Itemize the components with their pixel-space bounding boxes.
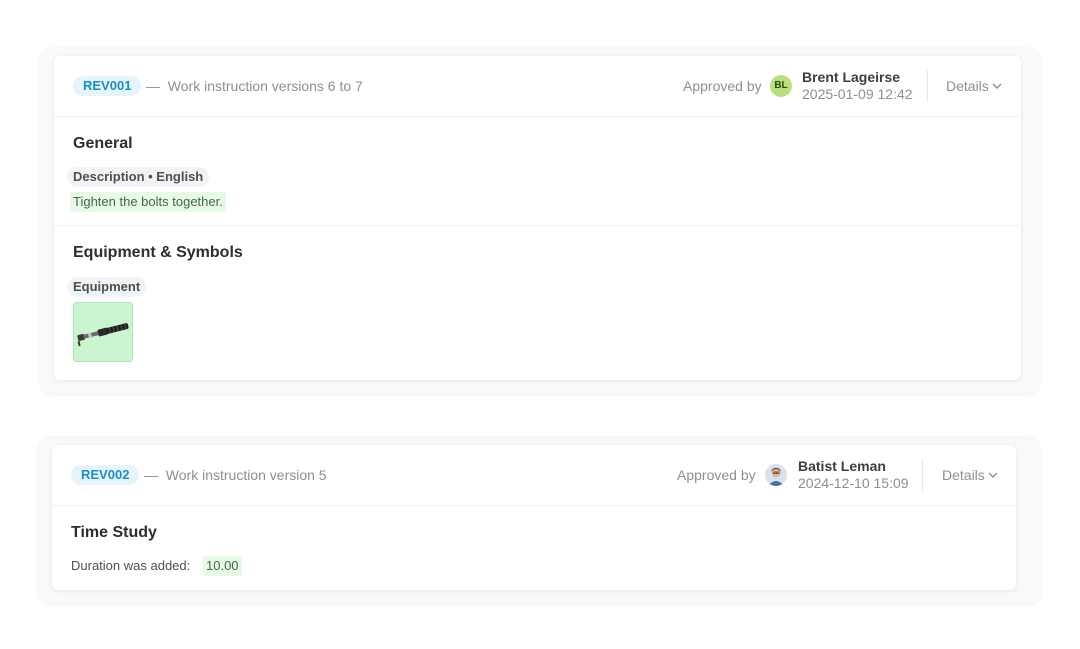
separator-dash: — <box>146 78 160 94</box>
revision-description: — Work instruction version 5 <box>144 467 327 483</box>
equipment-thumbnail[interactable] <box>73 302 133 362</box>
header-divider <box>927 70 928 102</box>
approval-timestamp: 2024-12-10 15:09 <box>798 475 909 491</box>
added-value: Tighten the bolts together. <box>70 192 226 212</box>
revision-header: REV001 — Work instruction versions 6 to … <box>54 56 1021 117</box>
revision-description: — Work instruction versions 6 to 7 <box>146 78 363 94</box>
chevron-down-icon <box>988 472 998 478</box>
approver-name: Brent Lageirse <box>802 69 901 85</box>
chevron-down-icon <box>992 83 1002 89</box>
approval-timestamp: 2025-01-09 12:42 <box>802 86 913 102</box>
revision-card-rev002: REV002 — Work instruction version 5 Appr… <box>52 445 1016 590</box>
section-title: Equipment & Symbols <box>73 244 243 261</box>
user-photo-icon <box>765 464 787 486</box>
section-general: General Description • English Tighten th… <box>54 117 1021 226</box>
revision-header: REV002 — Work instruction version 5 Appr… <box>52 445 1016 506</box>
revision-card-rev001: REV001 — Work instruction versions 6 to … <box>54 56 1021 380</box>
details-label: Details <box>942 467 985 483</box>
added-value: 10.00 <box>203 556 242 576</box>
avatar: BL <box>770 75 792 97</box>
revision-description-text: Work instruction version 5 <box>165 467 327 483</box>
section-title: General <box>73 135 133 152</box>
section-time-study: Time Study Duration was added: 10.00 <box>52 506 1016 590</box>
approved-by-label: Approved by <box>677 467 756 483</box>
approver-name: Batist Leman <box>798 458 886 474</box>
details-label: Details <box>946 78 989 94</box>
avatar <box>765 464 787 486</box>
field-chip: Description • English <box>67 167 210 187</box>
section-title: Time Study <box>71 524 157 541</box>
details-button[interactable]: Details <box>942 467 998 483</box>
change-description: Duration was added: <box>71 558 191 573</box>
revision-description-text: Work instruction versions 6 to 7 <box>167 78 363 94</box>
revision-id-badge[interactable]: REV001 <box>73 76 142 96</box>
revision-id-badge[interactable]: REV002 <box>71 465 140 485</box>
section-equipment: Equipment & Symbols Equipment <box>54 226 1021 380</box>
approved-by-label: Approved by <box>683 78 762 94</box>
header-divider <box>922 459 923 491</box>
field-chip: Equipment <box>67 277 147 297</box>
separator-dash: — <box>144 467 158 483</box>
details-button[interactable]: Details <box>946 78 1002 94</box>
torque-wrench-icon <box>77 323 129 347</box>
